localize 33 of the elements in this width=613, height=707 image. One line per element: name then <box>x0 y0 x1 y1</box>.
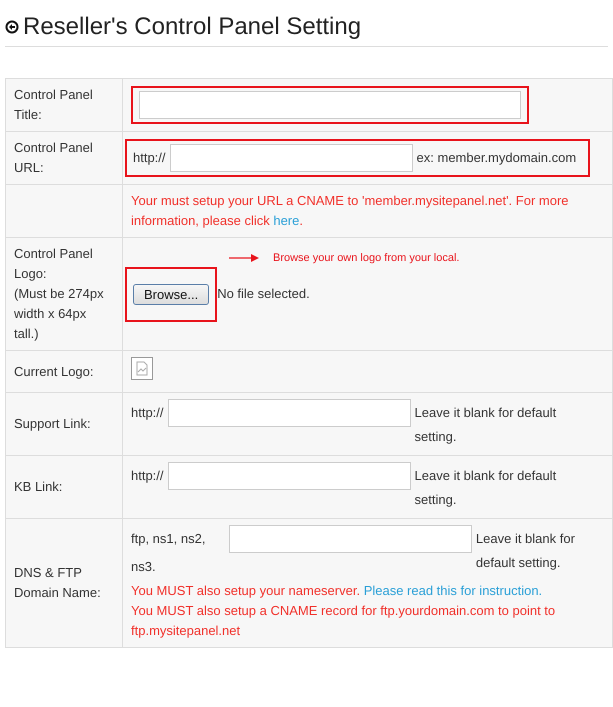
dns-note: You MUST also setup your nameserver. Please read this for instruction. <box>131 582 544 600</box>
help-link[interactable]: here <box>273 213 300 228</box>
field-label: DNS & FTP Domain Name: <box>14 564 102 602</box>
field-prefix: http:// <box>133 149 166 167</box>
help-link[interactable]: Please read this for instruction. <box>364 583 542 598</box>
field-hint: Leave it blank for default setting. <box>414 404 558 446</box>
field-label: Control Panel Logo: <box>14 245 94 283</box>
cname-note: Your must setup your URL a CNAME to 'member.mysitepanel.net'. For more information, please click here. <box>131 192 570 230</box>
domain-field[interactable] <box>228 525 472 553</box>
field-prefix: http:// <box>131 404 164 422</box>
broken-image-icon <box>131 357 153 380</box>
size-hint: (Must be 274px width x 64px tall.) <box>14 285 105 343</box>
field-prefix: http:// <box>131 467 164 485</box>
arrow-icon <box>229 253 259 263</box>
field-prefix: ftp, ns1, ns2, ns3. <box>131 530 206 576</box>
file-status: No file selected. <box>217 285 310 303</box>
field-label: Control Panel URL: <box>14 139 94 177</box>
back-icon[interactable] <box>5 20 19 34</box>
url-field[interactable] <box>170 144 413 172</box>
field-label: Control Panel Title: <box>14 86 94 124</box>
annotation-text: Browse your own logo from your local. <box>273 252 460 265</box>
field-hint: Leave it blank for default setting. <box>414 467 558 509</box>
field-label: Support Link: <box>14 415 92 433</box>
page-title: Reseller's Control Panel Setting <box>23 13 362 41</box>
field-label: Current Logo: <box>14 362 94 381</box>
browse-button[interactable]: Browse... <box>133 284 210 304</box>
dns-note: You MUST also setup a CNAME record for ftp.yourdomain.com to point to ftp.mysitepanel.net <box>131 602 556 640</box>
field-hint: Leave it blank for default setting. <box>476 530 576 572</box>
field-label: KB Link: <box>14 478 64 496</box>
url-field[interactable] <box>168 399 411 427</box>
field-hint: ex: member.mydomain.com <box>416 149 578 167</box>
title-field[interactable] <box>139 91 521 119</box>
url-field[interactable] <box>168 462 411 490</box>
